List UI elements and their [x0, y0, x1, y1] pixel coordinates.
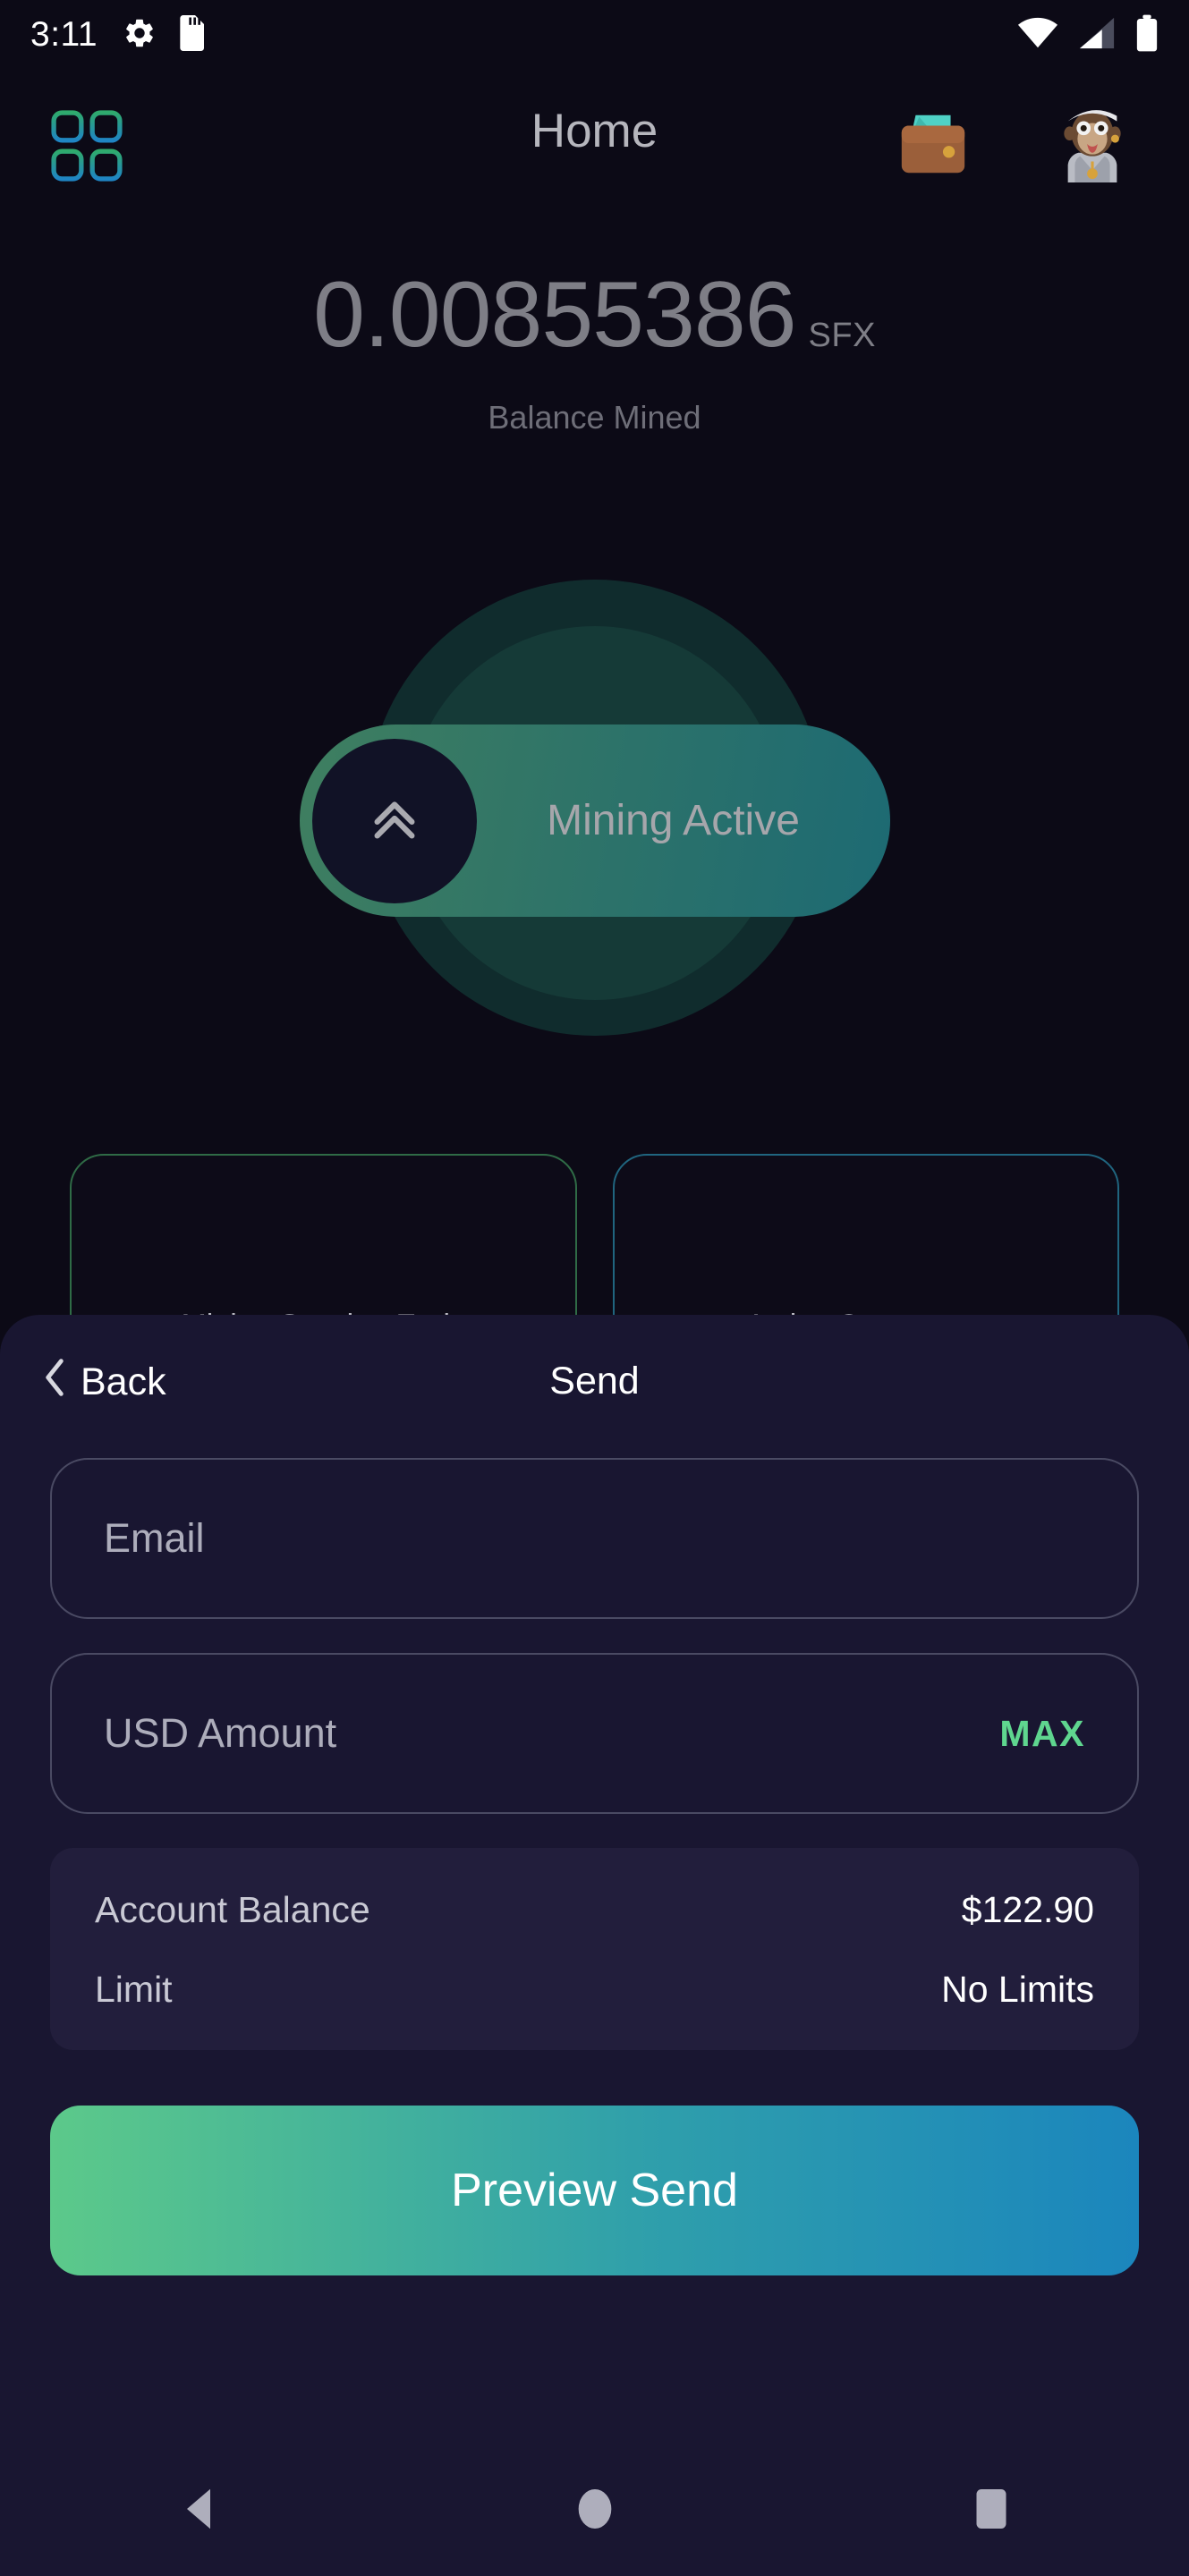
android-nav-bar — [0, 2442, 1189, 2576]
wifi-icon — [1017, 17, 1058, 54]
mining-status-toggle[interactable]: Mining Active — [299, 724, 890, 917]
mining-status-label: Mining Active — [547, 797, 800, 844]
nav-back-button[interactable] — [136, 2486, 261, 2532]
mining-toggle-knob[interactable] — [311, 738, 477, 903]
page-title: Home — [531, 105, 658, 157]
email-field[interactable]: Email — [50, 1458, 1139, 1619]
account-balance-value: $122.90 — [961, 1889, 1094, 1930]
double-chevron-up-icon — [367, 791, 422, 851]
status-bar: 3:11 — [0, 0, 1189, 70]
usd-amount-field[interactable]: USD Amount MAX — [50, 1653, 1139, 1814]
sheet-title: Send — [549, 1360, 640, 1402]
status-bar-right-icons — [1017, 14, 1159, 56]
app-header: Home — [0, 97, 1189, 195]
cellular-signal-icon — [1078, 17, 1116, 54]
preview-send-button[interactable]: Preview Send — [50, 2106, 1139, 2275]
sheet-header: Back Send — [0, 1315, 1189, 1458]
send-bottom-sheet: Back Send Email USD Amount MAX Account B… — [0, 1315, 1189, 2576]
limit-label: Limit — [95, 1969, 173, 2010]
email-field-placeholder: Email — [104, 1515, 205, 1561]
status-bar-time: 3:11 — [30, 15, 98, 54]
limit-row: Limit No Limits — [95, 1969, 1094, 2011]
limit-value: No Limits — [941, 1969, 1094, 2010]
balance-unit: SFX — [808, 317, 876, 354]
wallet-icon[interactable] — [895, 107, 972, 179]
nav-home-button[interactable] — [532, 2486, 658, 2532]
account-balance-row: Account Balance $122.90 — [95, 1889, 1094, 1931]
status-bar-left-icons — [123, 14, 205, 55]
balance-value: 0.00855386 — [313, 263, 796, 367]
battery-icon — [1135, 14, 1159, 56]
balance-label: Balance Mined — [488, 399, 701, 436]
balance-section: 0.00855386 SFX Balance Mined — [0, 268, 1189, 436]
account-info-card: Account Balance $122.90 Limit No Limits — [50, 1848, 1139, 2050]
nav-recents-button[interactable] — [929, 2486, 1054, 2532]
balance-row: 0.00855386 SFX — [0, 268, 1189, 361]
profile-avatar[interactable] — [1054, 102, 1131, 182]
settings-gear-icon — [123, 16, 157, 55]
mining-section: Mining Active — [0, 555, 1189, 1073]
sd-card-icon — [176, 14, 205, 55]
max-button[interactable]: MAX — [999, 1713, 1085, 1755]
account-balance-label: Account Balance — [95, 1889, 370, 1930]
usd-amount-placeholder: USD Amount — [104, 1710, 337, 1756]
